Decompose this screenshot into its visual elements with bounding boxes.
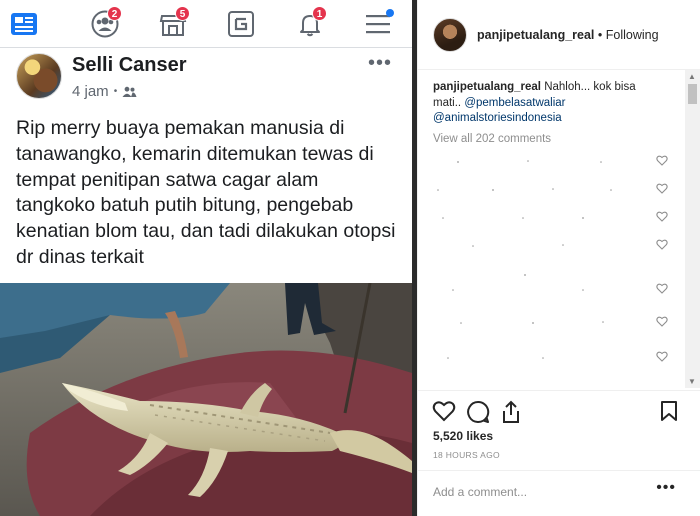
facebook-top-nav: 2 5 1	[0, 0, 412, 48]
comment-row	[433, 237, 668, 255]
like-comment-heart-icon[interactable]	[656, 155, 668, 166]
comment-bubble-icon[interactable]	[466, 400, 490, 424]
redacted-comment	[460, 321, 604, 324]
view-all-comments-link[interactable]: View all 202 comments	[433, 133, 551, 145]
follow-separator: •	[597, 28, 603, 42]
redacted-comment	[524, 274, 526, 276]
comments-list[interactable]: panjipetualang_real Nahloh... kok bisa m…	[418, 70, 685, 388]
redacted-comment	[457, 160, 602, 163]
like-comment-heart-icon[interactable]	[656, 239, 668, 250]
post-timestamp: 18 HOURS AGO	[433, 450, 500, 460]
like-comment-heart-icon[interactable]	[656, 351, 668, 362]
comment-options-button[interactable]: •••	[656, 479, 676, 497]
post-meta: 4 jam •	[72, 83, 137, 100]
comment-row	[433, 209, 668, 227]
redacted-comment	[447, 357, 544, 359]
instagram-post-header: panjipetualang_real • Following	[418, 0, 700, 70]
pages-icon	[228, 11, 254, 37]
marketplace-badge: 5	[175, 6, 190, 21]
author-avatar[interactable]	[16, 53, 62, 99]
like-comment-heart-icon[interactable]	[656, 283, 668, 294]
post-action-bar	[418, 390, 700, 430]
post-caption: panjipetualang_real Nahloh... kok bisa m…	[433, 80, 663, 127]
scroll-down-arrow-icon[interactable]: ▼	[688, 377, 696, 386]
news-feed-button[interactable]	[6, 6, 42, 42]
post-photo[interactable]	[0, 283, 412, 516]
caption-username[interactable]: panjipetualang_real	[433, 81, 541, 93]
crocodile-photo	[0, 283, 412, 516]
post-time[interactable]: 4 jam	[72, 83, 109, 100]
like-heart-icon[interactable]	[432, 400, 456, 422]
post-options-button[interactable]: •••	[368, 52, 392, 75]
instagram-username[interactable]: panjipetualang_real	[477, 28, 594, 42]
post-header: Selli Canser 4 jam • •••	[0, 48, 412, 110]
following-status[interactable]: Following	[606, 28, 659, 42]
facebook-post-panel: 2 5 1 Selli Canser 4 jam • ••• Rip merry…	[0, 0, 412, 516]
redacted-comment	[437, 188, 612, 191]
post-body-text: Rip merry buaya pemakan manusia di tanaw…	[16, 117, 396, 268]
save-bookmark-icon[interactable]	[660, 400, 678, 422]
notifications-badge: 1	[312, 6, 327, 21]
scrollbar-thumb[interactable]	[688, 84, 697, 104]
comment-row	[433, 349, 668, 367]
redacted-comment	[472, 244, 564, 247]
likes-count[interactable]: 5,520 likes	[433, 429, 493, 443]
menu-update-dot	[386, 9, 394, 17]
like-comment-heart-icon[interactable]	[656, 316, 668, 327]
news-feed-icon	[11, 13, 37, 35]
pages-button[interactable]	[223, 6, 259, 42]
notifications-button[interactable]: 1	[292, 6, 328, 42]
comment-row	[433, 281, 668, 299]
comment-row	[433, 181, 668, 199]
caption-mention-1[interactable]: @pembelasatwaliar	[464, 97, 565, 109]
redacted-comment	[442, 217, 584, 219]
friend-requests-button[interactable]: 2	[87, 6, 123, 42]
meta-separator: •	[113, 86, 118, 97]
friends-audience-icon	[122, 86, 137, 97]
author-follow-line: panjipetualang_real • Following	[477, 28, 659, 42]
menu-button[interactable]	[360, 6, 396, 42]
comment-row	[433, 314, 668, 332]
author-name[interactable]: Selli Canser	[72, 54, 187, 77]
instagram-author-avatar[interactable]	[433, 18, 467, 52]
scroll-up-arrow-icon[interactable]: ▲	[688, 72, 696, 81]
redacted-comment	[452, 289, 584, 291]
comments-scrollbar[interactable]: ▲ ▼	[685, 70, 700, 388]
add-comment-input[interactable]: Add a comment...	[433, 485, 527, 499]
instagram-post-panel: panjipetualang_real • Following panjipet…	[417, 0, 700, 516]
comment-row	[433, 153, 668, 171]
share-upload-icon[interactable]	[500, 400, 522, 424]
friend-requests-badge: 2	[107, 6, 122, 21]
caption-mention-2[interactable]: @animalstoriesindonesia	[433, 112, 562, 124]
like-comment-heart-icon[interactable]	[656, 211, 668, 222]
marketplace-button[interactable]: 5	[155, 6, 191, 42]
add-comment-bar: Add a comment... •••	[418, 470, 700, 516]
like-comment-heart-icon[interactable]	[656, 183, 668, 194]
